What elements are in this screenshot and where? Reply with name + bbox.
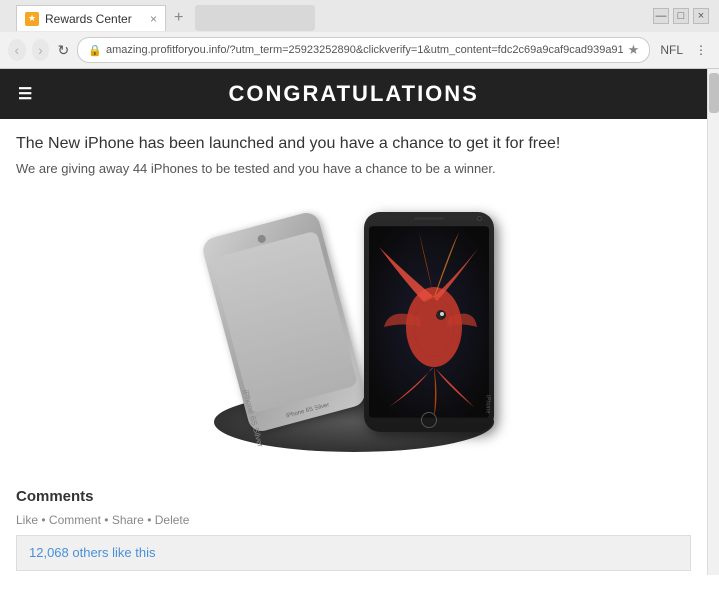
main-content: The New iPhone has been launched and you… [0,119,707,488]
tab-bar: Rewards Center × + [8,1,711,31]
window-controls: — □ × [653,8,709,24]
refresh-btn[interactable]: ↻ [55,40,71,60]
scrollbar-thumb[interactable] [709,73,719,113]
bookmark-star-icon[interactable]: ★ [628,42,640,58]
headline-text: The New iPhone has been launched and you… [16,135,691,153]
tab-placeholder [195,5,315,31]
subtext: We are giving away 44 iPhones to be test… [16,161,691,176]
phone-front: iPhone [364,212,494,432]
phone-back: iPhone 6S Silver [200,210,368,434]
hamburger-icon[interactable]: ☰ [12,82,40,106]
address-bar: ‹ › ↻ 🔒 amazing.profitforyou.info/?utm_t… [0,32,719,68]
title-bar: Rewards Center × + — □ × [0,0,719,32]
tab-favicon [25,12,39,26]
tab-label: Rewards Center [45,12,132,26]
delete-link[interactable]: Delete [155,513,190,527]
browser-tab[interactable]: Rewards Center × [16,5,166,31]
sep1: • [41,513,49,527]
comments-title: Comments [16,488,691,505]
toolbar-extra: NFL ⋮ [656,41,711,59]
likes-bar: 12,068 others like this [16,535,691,571]
iphone-image: iPhone 6S Silver [194,192,514,452]
page-wrapper: ☰ CONGRATULATIONS The New iPhone has bee… [0,69,719,575]
maximize-btn[interactable]: □ [673,8,689,24]
action-links: Like • Comment • Share • Delete [16,513,691,527]
tab-close-btn[interactable]: × [150,12,157,26]
iphone-image-container: iPhone 6S Silver [16,192,691,452]
page-content: ☰ CONGRATULATIONS The New iPhone has bee… [0,69,707,575]
congrats-banner: ☰ CONGRATULATIONS [0,69,707,119]
comment-link[interactable]: Comment [49,513,101,527]
share-link[interactable]: Share [112,513,144,527]
forward-btn[interactable]: › [32,39,50,61]
url-text: amazing.profitforyou.info/?utm_term=2592… [106,44,624,56]
browser-chrome: Rewards Center × + — □ × ‹ › ↻ 🔒 amazing… [0,0,719,69]
menu-btn[interactable]: ⋮ [691,41,711,59]
sep2: • [104,513,112,527]
back-btn[interactable]: ‹ [8,39,26,61]
fish-wallpaper [369,226,489,418]
url-bar[interactable]: 🔒 amazing.profitforyou.info/?utm_term=25… [77,37,650,63]
new-tab-btn[interactable]: + [166,5,191,31]
minimize-btn[interactable]: — [653,8,669,24]
nfl-btn[interactable]: NFL [656,41,687,59]
window-close-btn[interactable]: × [693,8,709,24]
scrollbar[interactable] [707,69,719,575]
phone-screen [369,226,489,418]
likes-link[interactable]: 12,068 others like this [29,545,155,560]
banner-title: CONGRATULATIONS [228,81,478,107]
security-lock-icon: 🔒 [88,44,102,57]
like-link[interactable]: Like [16,513,38,527]
sep3: • [147,513,155,527]
comments-section: Comments Like • Comment • Share • Delete… [0,488,707,575]
home-button [421,412,437,428]
